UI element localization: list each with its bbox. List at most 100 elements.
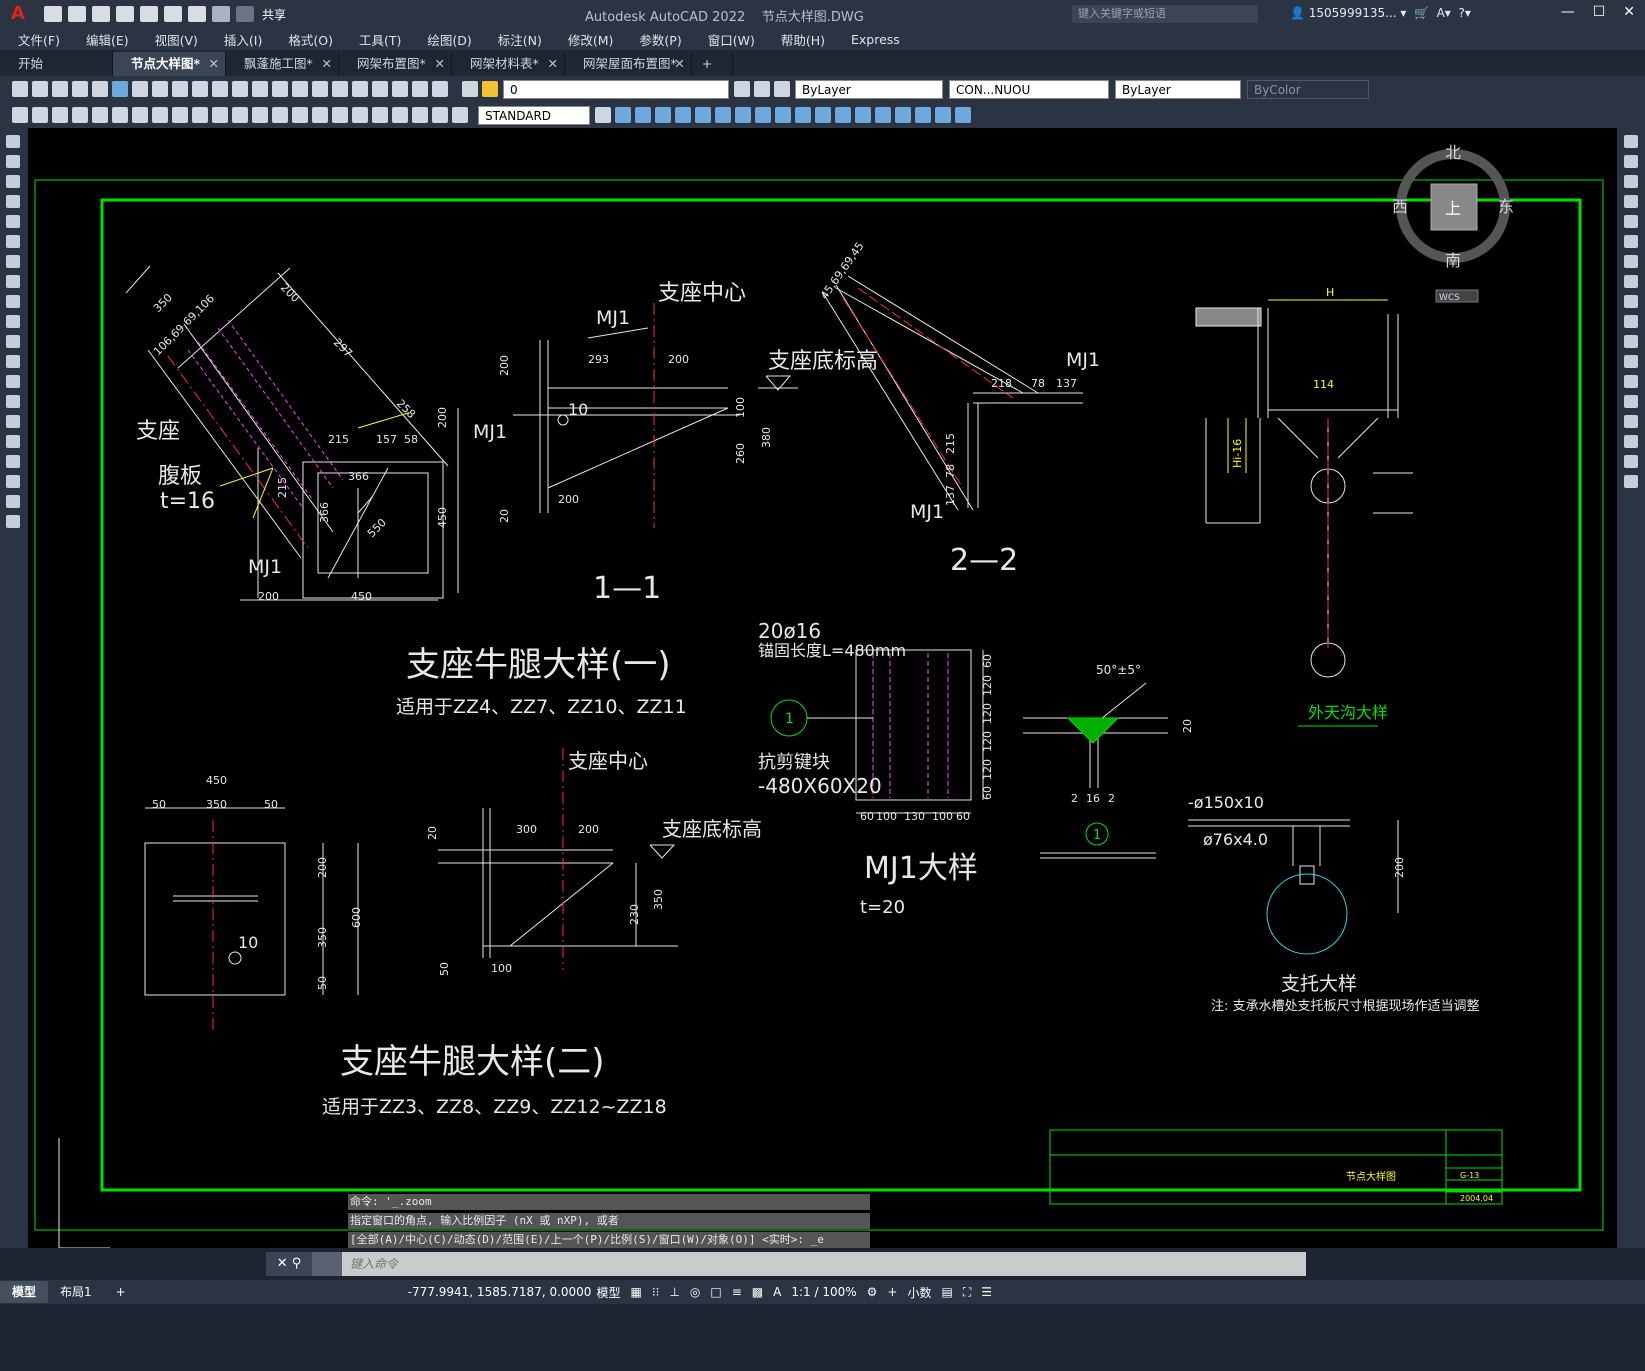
make-block-icon[interactable] bbox=[6, 375, 20, 388]
spline-icon[interactable] bbox=[6, 295, 20, 308]
sheet-set-icon[interactable] bbox=[372, 81, 388, 97]
gradient-icon[interactable] bbox=[6, 435, 20, 448]
modify-icon[interactable] bbox=[655, 107, 671, 123]
circle-icon[interactable] bbox=[6, 255, 20, 268]
modify-icon[interactable] bbox=[955, 107, 971, 123]
modify-icon[interactable] bbox=[695, 107, 711, 123]
modify-icon[interactable] bbox=[735, 107, 751, 123]
menu-help[interactable]: 帮助(H) bbox=[781, 30, 825, 49]
design-center-icon[interactable] bbox=[332, 81, 348, 97]
region-icon[interactable] bbox=[6, 455, 20, 468]
aligned-dim-icon[interactable] bbox=[92, 107, 108, 123]
modify-icon[interactable] bbox=[775, 107, 791, 123]
annotation-scale[interactable]: 1:1 / 100% bbox=[791, 1285, 856, 1299]
publish-icon[interactable] bbox=[112, 81, 128, 97]
tab-canopy[interactable]: 飘蓬施工图* ✕ bbox=[226, 52, 339, 76]
arc-dim-icon[interactable] bbox=[112, 107, 128, 123]
hatch-icon[interactable] bbox=[6, 415, 20, 428]
menu-modify[interactable]: 修改(M) bbox=[568, 30, 614, 49]
continue-dim-icon[interactable] bbox=[272, 107, 288, 123]
command-recent-icon[interactable] bbox=[312, 1252, 342, 1276]
mtext-icon[interactable] bbox=[6, 495, 20, 508]
units-select[interactable]: 小数 bbox=[907, 1284, 931, 1301]
viewcube-west[interactable]: 西 bbox=[1392, 197, 1408, 216]
menu-insert[interactable]: 插入(I) bbox=[224, 30, 262, 49]
scale-icon[interactable] bbox=[1624, 275, 1638, 288]
copy-icon[interactable] bbox=[152, 81, 168, 97]
revcloud-icon[interactable] bbox=[6, 275, 20, 288]
point-icon[interactable] bbox=[6, 395, 20, 408]
polygon-icon[interactable] bbox=[6, 195, 20, 208]
diameter-dim-icon[interactable] bbox=[192, 107, 208, 123]
move-icon[interactable] bbox=[1624, 235, 1638, 248]
open-icon[interactable] bbox=[32, 81, 48, 97]
dim-edit-icon[interactable] bbox=[412, 107, 428, 123]
minimize-icon[interactable]: — bbox=[1561, 4, 1575, 20]
fullscreen-icon[interactable]: ⛶ bbox=[963, 1285, 971, 1300]
layer-state-icon[interactable] bbox=[754, 81, 770, 97]
modify-icon[interactable] bbox=[935, 107, 951, 123]
tool-icon[interactable] bbox=[52, 107, 68, 123]
modify-icon[interactable] bbox=[615, 107, 631, 123]
mirror-icon[interactable] bbox=[1624, 175, 1638, 188]
baseline-dim-icon[interactable] bbox=[252, 107, 268, 123]
polyline-icon[interactable] bbox=[6, 175, 20, 188]
tab-grid-materials[interactable]: 网架材料表* ✕ bbox=[452, 52, 565, 76]
tab-start[interactable]: 开始 bbox=[0, 52, 113, 76]
copy-object-icon[interactable] bbox=[1624, 155, 1638, 168]
modify-icon[interactable] bbox=[915, 107, 931, 123]
modify-icon[interactable] bbox=[855, 107, 871, 123]
tab-node-detail[interactable]: 节点大样图* ✕ bbox=[113, 52, 226, 76]
undo-icon[interactable] bbox=[212, 6, 230, 22]
array-icon[interactable] bbox=[1624, 215, 1638, 228]
viewcube-south[interactable]: 南 bbox=[1445, 251, 1461, 270]
modify-icon[interactable] bbox=[635, 107, 651, 123]
bulb-icon[interactable] bbox=[482, 81, 498, 97]
zoom-icon[interactable] bbox=[272, 81, 288, 97]
snap-icon[interactable]: ⁝⁝ bbox=[652, 1285, 660, 1299]
undo-icon[interactable] bbox=[212, 81, 228, 97]
extend-icon[interactable] bbox=[1624, 335, 1638, 348]
menu-view[interactable]: 视图(V) bbox=[155, 30, 198, 49]
erase-icon[interactable] bbox=[1624, 135, 1638, 148]
close-tab-icon[interactable]: ✕ bbox=[674, 52, 684, 76]
ellipse-icon[interactable] bbox=[6, 315, 20, 328]
dimstyle-select[interactable]: STANDARD bbox=[478, 105, 590, 125]
plus-icon[interactable]: + bbox=[887, 1285, 897, 1299]
tool-icon[interactable] bbox=[32, 107, 48, 123]
modify-icon[interactable] bbox=[835, 107, 851, 123]
close-tab-icon[interactable]: ✕ bbox=[548, 52, 558, 76]
layer-manager-icon[interactable] bbox=[462, 81, 478, 97]
modify-icon[interactable] bbox=[675, 107, 691, 123]
linetype-select[interactable]: CON...NUOU bbox=[949, 79, 1109, 99]
tab-model[interactable]: 模型 bbox=[0, 1281, 49, 1303]
close-tab-icon[interactable]: ✕ bbox=[435, 52, 445, 76]
ellipse-arc-icon[interactable] bbox=[6, 335, 20, 348]
search-input[interactable]: 键入关键字或短语 bbox=[1072, 5, 1258, 23]
save-web-icon[interactable] bbox=[164, 6, 182, 22]
paste-icon[interactable] bbox=[172, 81, 188, 97]
user-account[interactable]: 👤 1505999135... ▾ 🛒 A▾ ?▾ bbox=[1290, 6, 1471, 20]
radius-dim-icon[interactable] bbox=[152, 107, 168, 123]
layer-select[interactable]: 0 bbox=[503, 79, 729, 99]
chamfer-icon[interactable] bbox=[1624, 415, 1638, 428]
autocad-logo-icon[interactable]: A bbox=[6, 3, 30, 25]
osnap-icon[interactable]: □ bbox=[710, 1285, 721, 1299]
cut-icon[interactable] bbox=[132, 81, 148, 97]
model-space-button[interactable]: 模型 bbox=[596, 1284, 620, 1301]
explode-icon[interactable] bbox=[1624, 475, 1638, 488]
add-selected-icon[interactable] bbox=[6, 515, 20, 528]
menu-parametric[interactable]: 参数(P) bbox=[639, 30, 681, 49]
command-input[interactable] bbox=[342, 1252, 1306, 1276]
match-prop-icon[interactable] bbox=[192, 81, 208, 97]
blend-icon[interactable] bbox=[1624, 455, 1638, 468]
tab-grid-roof[interactable]: 网架屋面布置图* ✕ bbox=[565, 52, 692, 76]
modify-icon[interactable] bbox=[895, 107, 911, 123]
table-icon[interactable] bbox=[6, 475, 20, 488]
redo-icon[interactable] bbox=[236, 6, 254, 22]
share-button[interactable]: 共享 bbox=[262, 6, 286, 23]
redo-icon[interactable] bbox=[232, 81, 248, 97]
add-layout-button[interactable]: + bbox=[104, 1281, 138, 1303]
viewcube-top[interactable]: 上 bbox=[1445, 199, 1461, 218]
preview-icon[interactable] bbox=[92, 81, 108, 97]
